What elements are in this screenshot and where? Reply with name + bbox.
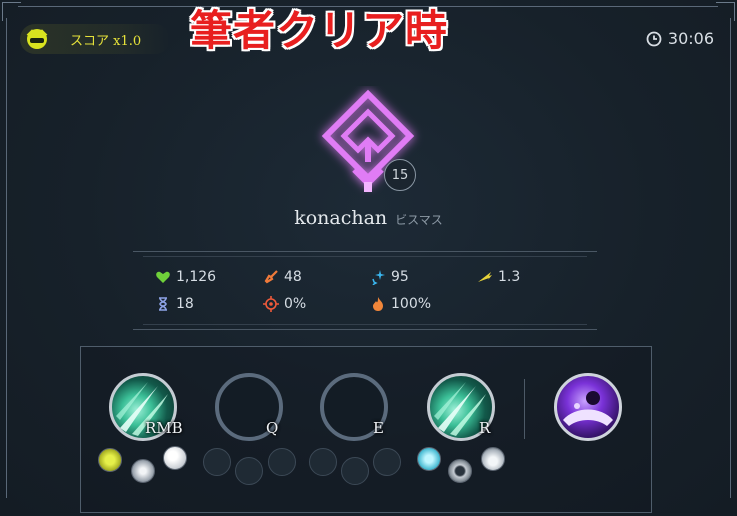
void-eye-icon: [563, 391, 613, 426]
stat-speed: 1.3: [477, 269, 520, 285]
stats-divider-top: [133, 251, 597, 252]
frame-right-line: [730, 18, 731, 498]
ability-key-r: R: [479, 419, 491, 437]
flame-icon: [373, 297, 383, 311]
ability-key-q: Q: [266, 419, 279, 437]
ability-key-e: E: [373, 419, 384, 437]
stat-cooldown: 18: [155, 296, 194, 312]
sparkle-icon: [372, 270, 385, 285]
stat-burn: 100%: [370, 296, 431, 312]
hourglass-icon: [159, 297, 167, 311]
item-white-orb[interactable]: [163, 446, 187, 470]
stat-crit: 95: [370, 269, 409, 285]
stat-attack-value: 48: [284, 269, 302, 285]
item-slot-empty[interactable]: [203, 448, 231, 476]
heart-icon: [156, 271, 170, 283]
score-multiplier-label: スコア x1.0: [70, 34, 142, 49]
score-multiplier-badge: スコア x1.0: [20, 24, 170, 54]
player-emblem-icon: [321, 89, 415, 192]
item-slot-empty[interactable]: [373, 448, 401, 476]
mask-icon: [26, 29, 48, 49]
frame-corner-tr: [716, 2, 735, 21]
ability-slot-ultimate[interactable]: [554, 373, 622, 441]
wing-icon: [478, 272, 492, 282]
abilities-panel: RMB Q E R: [80, 346, 652, 513]
clear-banner: 筆者クリア時: [190, 6, 449, 55]
stat-health: 1,126: [155, 269, 216, 285]
item-cloud-charm[interactable]: [481, 447, 505, 471]
sword-icon: [264, 270, 278, 284]
stat-health-value: 1,126: [176, 269, 217, 285]
item-slot-empty[interactable]: [268, 448, 296, 476]
player-name: konachan: [294, 207, 388, 229]
run-timer: 30:06: [646, 29, 714, 48]
stats-grid: 1,126 48 95 1.3 18 0% 100%: [155, 266, 595, 316]
stat-speed-value: 1.3: [498, 269, 521, 285]
target-icon: [263, 296, 279, 312]
item-yellow-gem[interactable]: [98, 448, 122, 472]
frame-corner-tl: [2, 2, 21, 21]
abilities-divider: [524, 379, 525, 439]
stat-attack: 48: [263, 269, 302, 285]
stat-cooldown-value: 18: [176, 296, 194, 312]
item-slot-empty[interactable]: [309, 448, 337, 476]
player-level-badge: 15: [384, 159, 416, 191]
player-tag: ビスマス: [395, 213, 443, 227]
clock-icon: [646, 31, 662, 46]
player-name-row: konachan ビスマス: [0, 207, 737, 229]
item-slot-empty[interactable]: [341, 457, 369, 485]
stats-divider-bottom-outer: [133, 329, 597, 330]
stat-burn-value: 100%: [391, 296, 432, 312]
stats-divider-top-inner: [143, 256, 587, 257]
item-ice-crystal[interactable]: [417, 447, 441, 471]
ability-key-rmb: RMB: [145, 419, 183, 437]
stat-accuracy-value: 0%: [284, 296, 307, 312]
frame-left-line: [6, 18, 7, 498]
item-slot-empty[interactable]: [235, 457, 263, 485]
timer-value: 30:06: [667, 29, 714, 48]
item-silver-ring[interactable]: [131, 459, 155, 483]
stat-accuracy: 0%: [263, 296, 306, 312]
item-steel-ring[interactable]: [448, 459, 472, 483]
stats-divider-bottom: [143, 324, 587, 325]
stat-crit-value: 95: [391, 269, 409, 285]
